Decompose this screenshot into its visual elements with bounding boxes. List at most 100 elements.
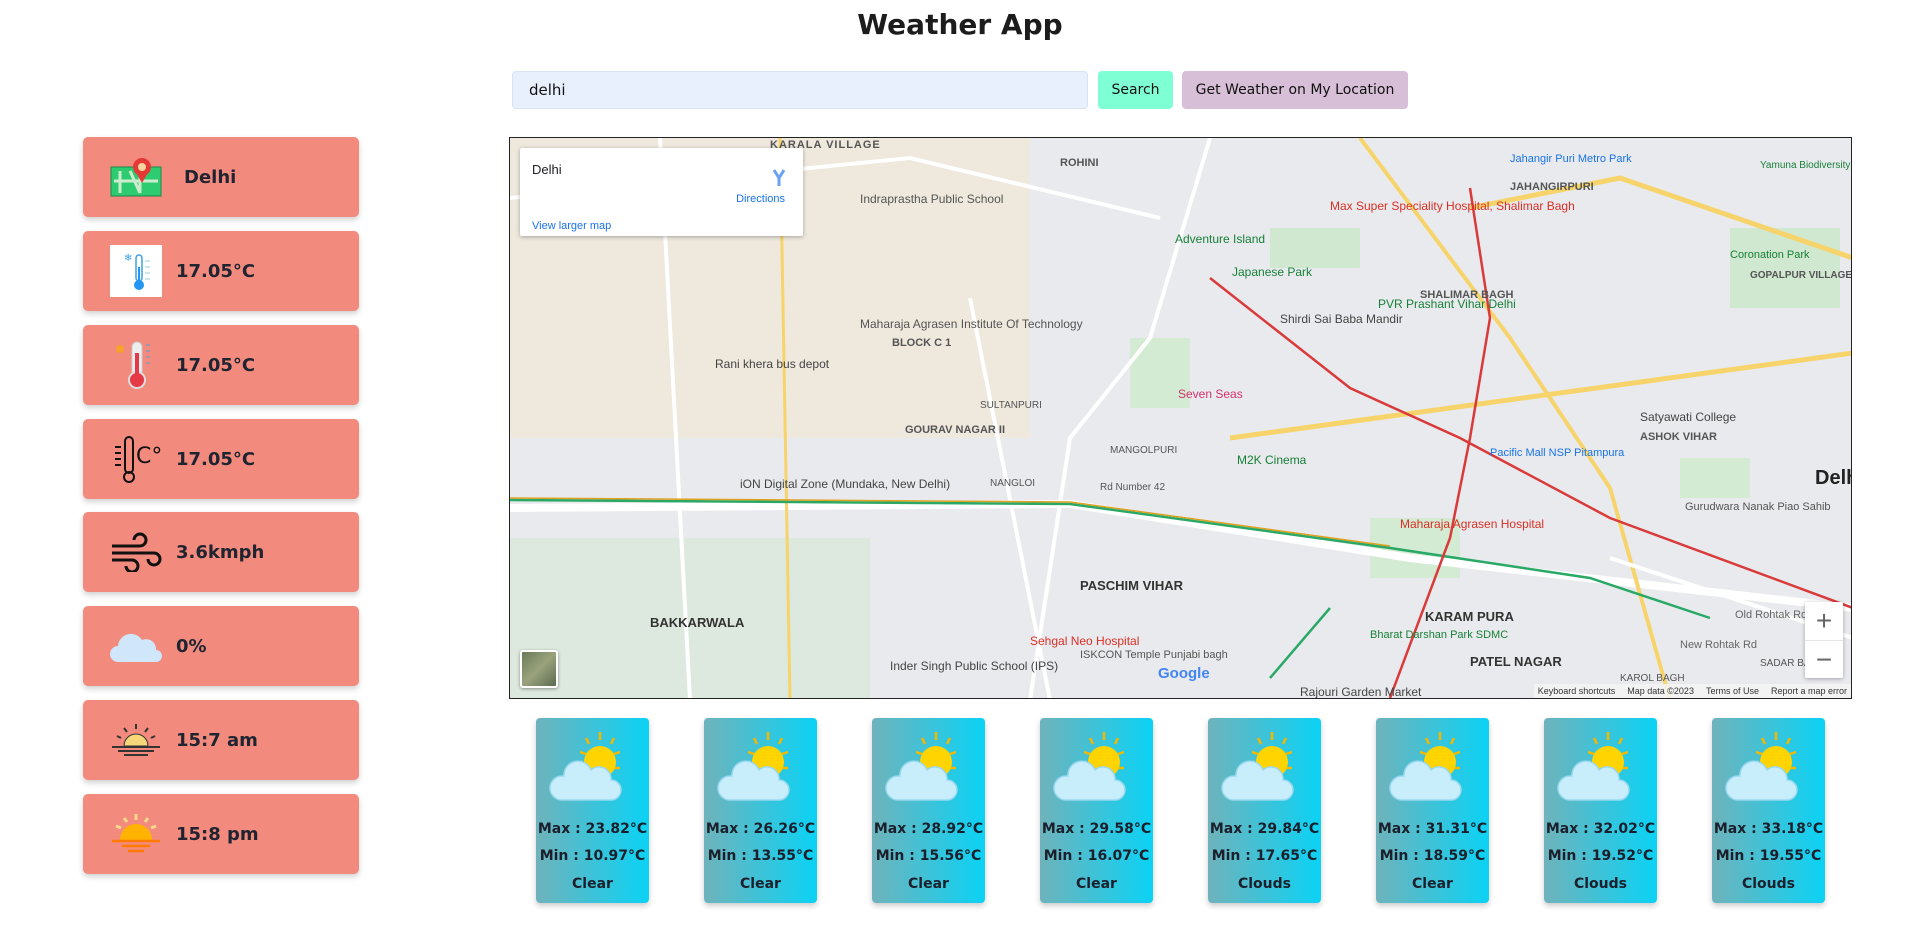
google-logo: Google xyxy=(1158,665,1210,682)
map-label: JAHANGIRPURI xyxy=(1510,181,1594,193)
forecast-condition: Clouds xyxy=(1237,876,1291,892)
map-label: Rd Number 42 xyxy=(1100,482,1165,493)
forecast-condition: Clouds xyxy=(1741,876,1795,892)
wind-speed-value: 3.6kmph xyxy=(176,541,265,563)
map-label: BLOCK C 1 xyxy=(892,337,951,349)
map-label: Satyawati College xyxy=(1640,410,1736,424)
forecast-card: Max : 32.02°C Min : 19.52°C Clouds xyxy=(1544,718,1657,903)
map-label: BAKKARWALA xyxy=(650,615,745,630)
map-label: Sehgal Neo Hospital xyxy=(1030,634,1139,648)
map-zoom-control: + − xyxy=(1805,602,1843,678)
map-label: Seven Seas xyxy=(1178,387,1243,401)
terms-link[interactable]: Terms of Use xyxy=(1706,686,1759,696)
feels-like-card: 17.05°C xyxy=(83,325,359,405)
map-label: GOURAV NAGAR II xyxy=(905,424,1005,436)
svg-text:C°: C° xyxy=(136,444,162,469)
map-label: NANGLOI xyxy=(990,478,1035,489)
partly-cloudy-icon xyxy=(1388,732,1462,801)
my-location-button[interactable]: Get Weather on My Location xyxy=(1182,71,1408,109)
sunset-icon xyxy=(110,808,162,860)
forecast-min: Min : 19.52°C xyxy=(1547,848,1654,864)
forecast-max: Max : 29.58°C xyxy=(1041,821,1152,837)
forecast-card: Max : 29.58°C Min : 16.07°C Clear xyxy=(1040,718,1153,903)
map-label: Rani khera bus depot xyxy=(715,357,830,371)
report-error-link[interactable]: Report a map error xyxy=(1771,686,1847,696)
map-label: ROHINI xyxy=(1060,157,1099,169)
sunrise-card: 15:7 am xyxy=(83,700,359,780)
partly-cloudy-icon xyxy=(716,732,790,801)
zoom-out-button[interactable]: − xyxy=(1805,641,1843,679)
forecast-card: Max : 33.18°C Min : 19.55°C Clouds xyxy=(1712,718,1825,903)
forecast-min: Min : 16.07°C xyxy=(1043,848,1150,864)
clouds-card: 0% xyxy=(83,606,359,686)
forecast-max: Max : 33.18°C xyxy=(1713,821,1824,837)
sunset-card: 15:8 pm xyxy=(83,794,359,874)
forecast-card: Max : 26.26°C Min : 13.55°C Clear xyxy=(704,718,817,903)
forecast-max: Max : 31.31°C xyxy=(1377,821,1488,837)
map-label: Pacific Mall NSP Pitampura xyxy=(1490,447,1625,459)
forecast-min: Min : 15.56°C xyxy=(875,848,982,864)
map-label: Gurudwara Nanak Piao Sahib xyxy=(1685,501,1831,513)
keyboard-shortcuts-link[interactable]: Keyboard shortcuts xyxy=(1538,686,1616,696)
forecast-min: Min : 18.59°C xyxy=(1379,848,1486,864)
map-embed[interactable]: KARALA VILLAGE ROHINI JAHANGIRPURI SHALI… xyxy=(509,137,1852,699)
forecast-max: Max : 32.02°C xyxy=(1545,821,1656,837)
map-label: PASCHIM VIHAR xyxy=(1080,578,1184,593)
svg-text:❄: ❄ xyxy=(124,253,132,264)
partly-cloudy-icon xyxy=(1220,732,1294,801)
map-attribution: Keyboard shortcuts Map data ©2023 Terms … xyxy=(1533,684,1851,698)
map-label: Adventure Island xyxy=(1175,232,1265,246)
map-info-box: Delhi Directions View larger map xyxy=(520,148,803,236)
map-label: ASHOK VIHAR xyxy=(1640,431,1717,443)
map-place-name: Delhi xyxy=(532,162,562,177)
map-label: Indraprastha Public School xyxy=(860,192,1003,206)
forecast-min: Min : 19.55°C xyxy=(1715,848,1822,864)
temperature-value: 17.05°C xyxy=(176,260,256,282)
map-label: KAROL BAGH xyxy=(1620,673,1685,684)
map-label: ISKCON Temple Punjabi bagh xyxy=(1080,649,1228,661)
map-label: Maharaja Agrasen Hospital xyxy=(1400,517,1544,531)
map-label: Rajouri Garden Market xyxy=(1300,685,1422,699)
forecast-condition: Clear xyxy=(1076,876,1117,892)
map-label: PVR Prashant Vihar Delhi xyxy=(1378,297,1516,311)
wind-card: 3.6kmph xyxy=(83,512,359,592)
view-larger-map-link[interactable]: View larger map xyxy=(532,220,611,232)
map-label: M2K Cinema xyxy=(1237,453,1307,467)
map-label: New Rohtak Rd xyxy=(1680,639,1757,651)
feels-like-value: 17.05°C xyxy=(176,354,256,376)
satellite-toggle[interactable] xyxy=(520,650,558,688)
zoom-in-button[interactable]: + xyxy=(1805,602,1843,641)
map-label: Bharat Darshan Park SDMC xyxy=(1370,629,1508,641)
forecast-condition: Clear xyxy=(908,876,949,892)
partly-cloudy-icon xyxy=(884,732,958,801)
directions-link[interactable]: Directions xyxy=(736,193,785,205)
map-label: KARAM PURA xyxy=(1425,609,1514,624)
map-label: Maharaja Agrasen Institute Of Technology xyxy=(860,317,1083,331)
map-data-text: Map data ©2023 xyxy=(1627,686,1694,696)
map-label: Yamuna Biodiversity Park xyxy=(1760,160,1852,171)
city-name: Delhi xyxy=(184,166,237,188)
partly-cloudy-icon xyxy=(1556,732,1630,801)
map-label: Japanese Park xyxy=(1232,265,1313,279)
cloud-icon xyxy=(110,620,162,672)
page-title: Weather App xyxy=(857,8,1063,41)
map-label: Coronation Park xyxy=(1730,249,1810,261)
forecast-condition: Clear xyxy=(1412,876,1453,892)
partly-cloudy-icon xyxy=(1052,732,1126,801)
forecast-condition: Clear xyxy=(572,876,613,892)
map-label: Inder Singh Public School (IPS) xyxy=(890,659,1058,673)
celsius-thermometer-icon: C° xyxy=(110,433,162,485)
forecast-min: Min : 13.55°C xyxy=(707,848,814,864)
forecast-min: Min : 10.97°C xyxy=(539,848,646,864)
hot-thermometer-icon xyxy=(110,339,162,391)
city-search-input[interactable] xyxy=(512,71,1088,109)
search-button[interactable]: Search xyxy=(1098,71,1173,109)
cloudiness-value: 0% xyxy=(176,635,207,657)
map-label: GOPALPUR VILLAGE xyxy=(1750,270,1852,281)
partly-cloudy-icon xyxy=(1724,732,1798,801)
forecast-max: Max : 28.92°C xyxy=(873,821,984,837)
map-label: SULTANPURI xyxy=(980,400,1042,411)
sunrise-time: 15:7 am xyxy=(176,729,258,751)
map-label: iON Digital Zone (Mundaka, New Delhi) xyxy=(740,477,950,491)
sunrise-icon xyxy=(110,714,162,766)
